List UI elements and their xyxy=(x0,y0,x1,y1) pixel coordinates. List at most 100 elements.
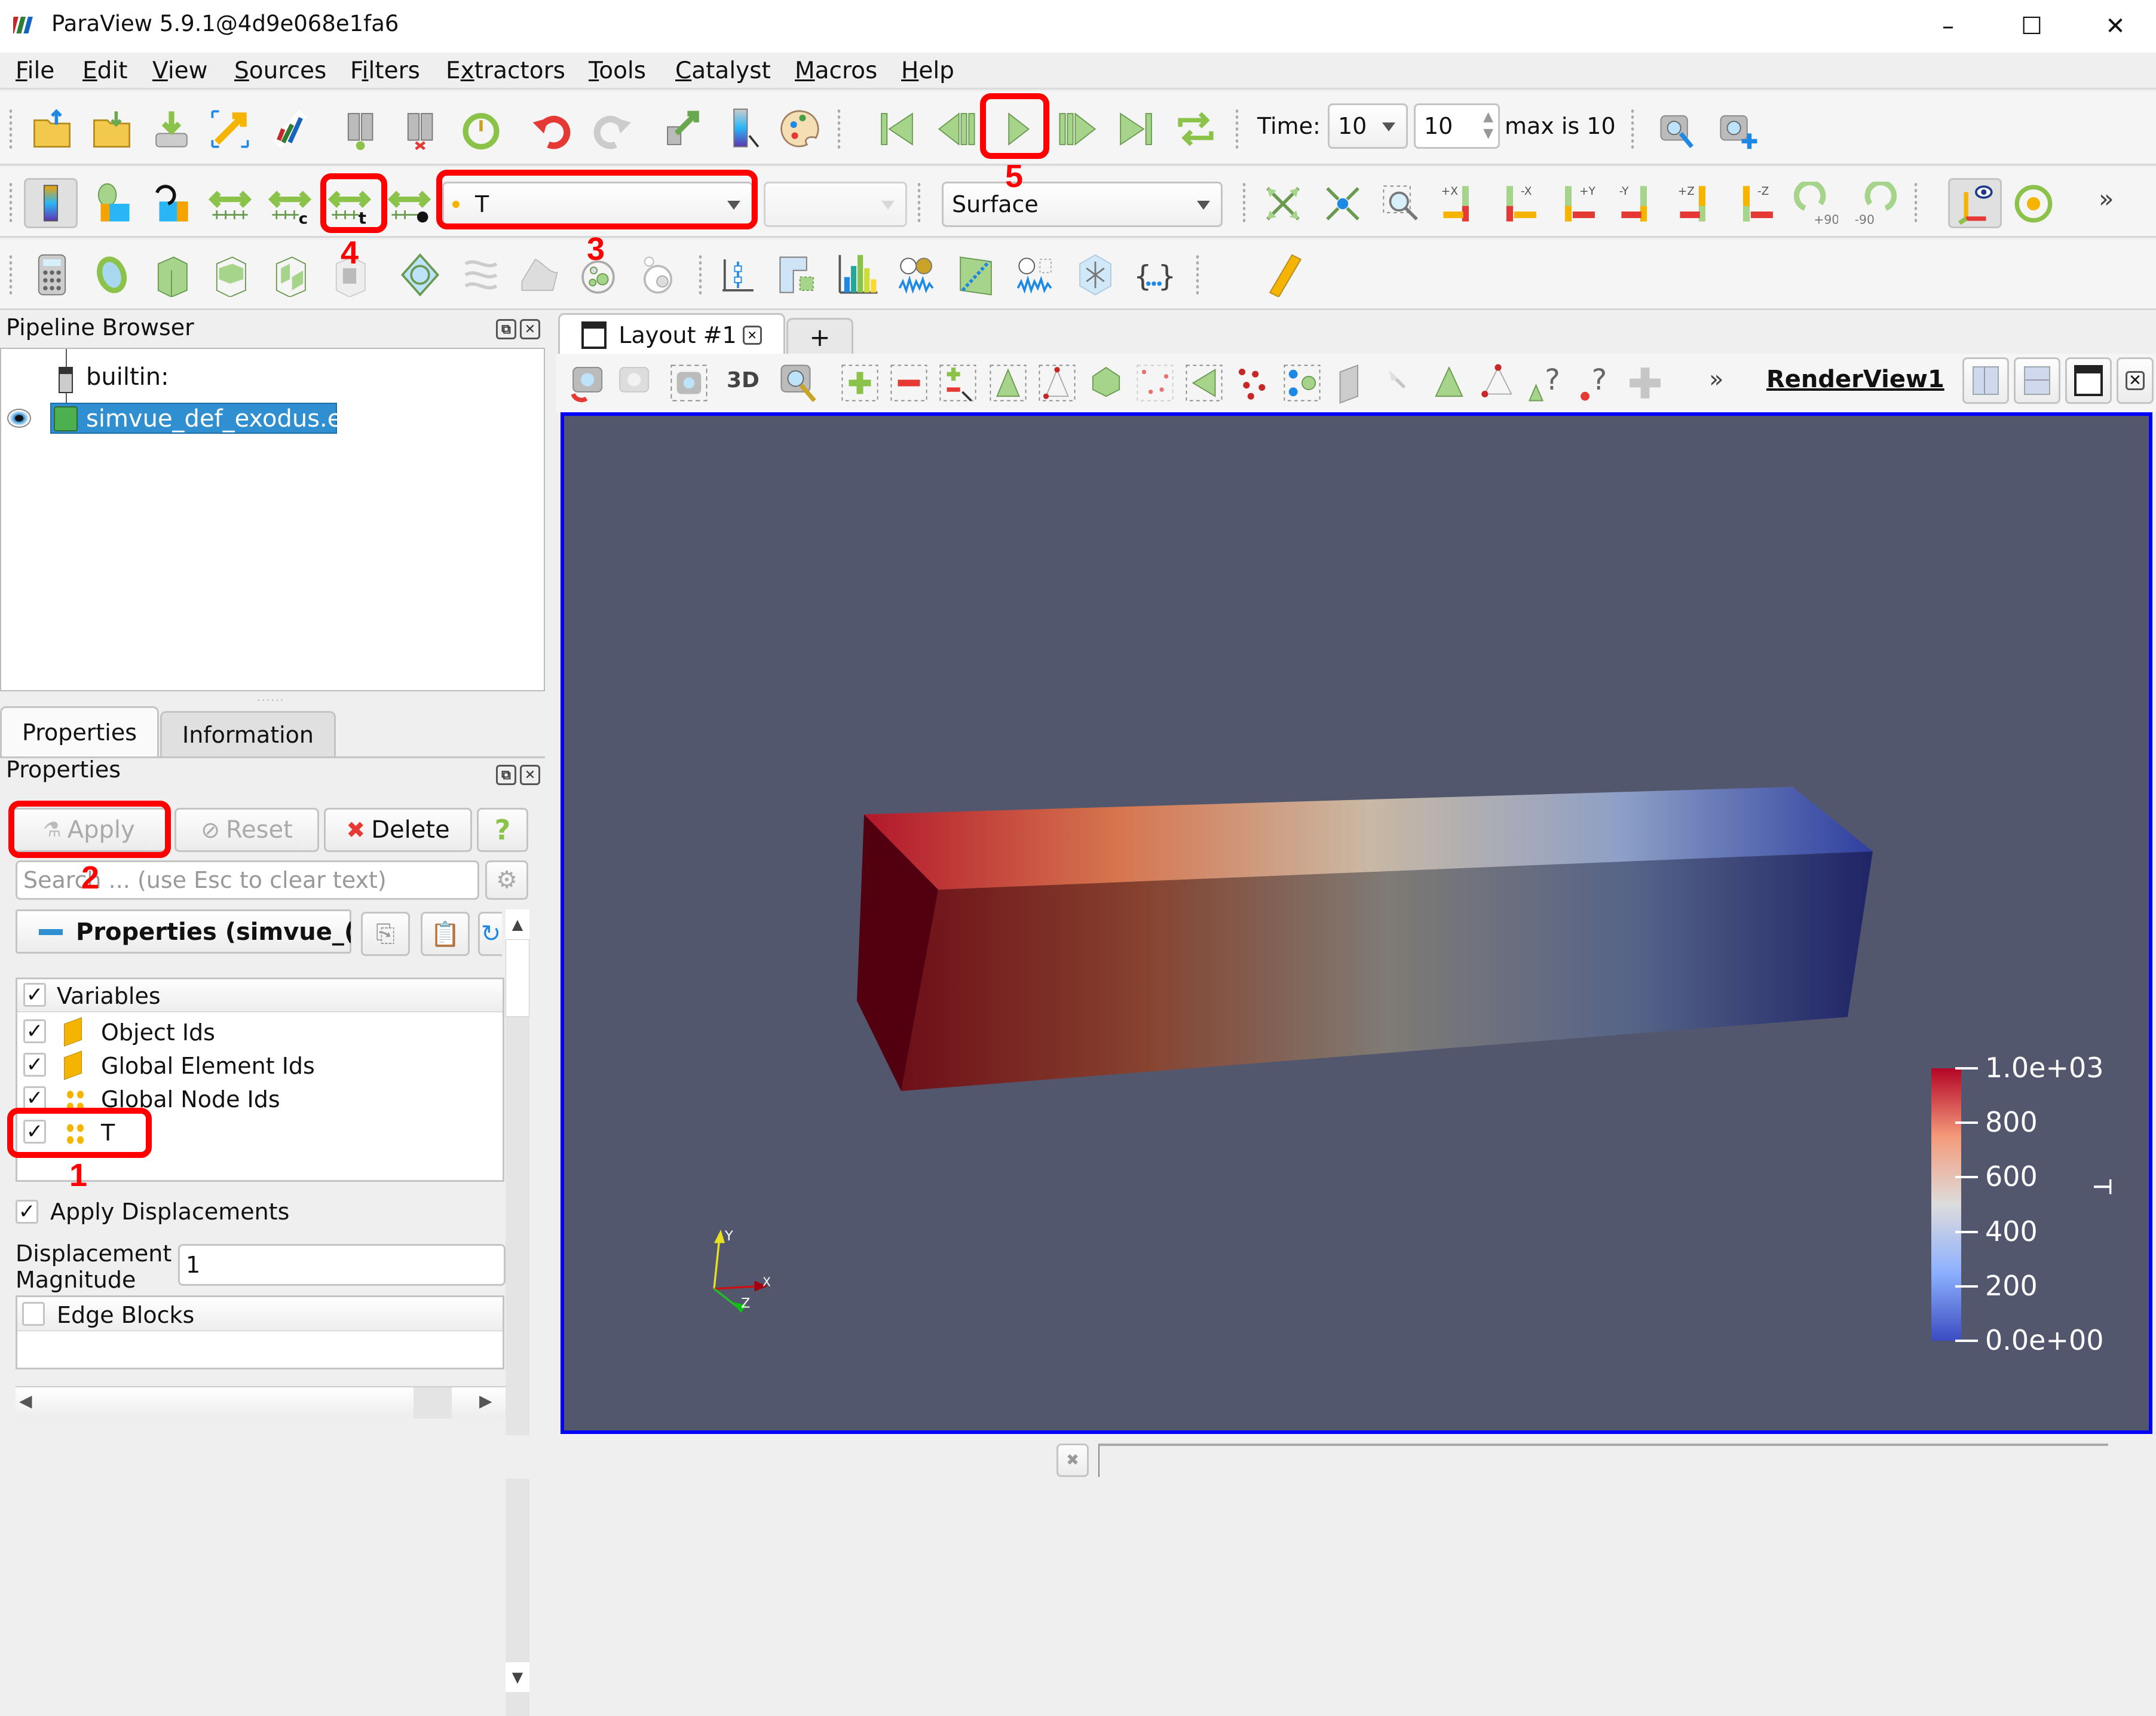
time-index-spinbox[interactable]: 10 ▲ ▼ xyxy=(1414,103,1500,149)
toolbar-grip[interactable] xyxy=(698,254,703,296)
spin-arrows-icon[interactable]: ▲ ▼ xyxy=(1483,109,1493,142)
paraview-web-icon[interactable] xyxy=(267,106,313,152)
frustum-select-icon[interactable] xyxy=(1328,360,1374,406)
deselect-icon[interactable] xyxy=(886,360,932,406)
camera-zoom-icon[interactable] xyxy=(776,360,822,406)
view-plus-x-icon[interactable]: +X xyxy=(1438,180,1484,227)
menu-tools[interactable]: Tools xyxy=(589,57,646,84)
reset-color-range-icon[interactable] xyxy=(147,180,194,227)
reload-button[interactable]: ↻ xyxy=(478,912,502,956)
advanced-settings-button[interactable]: ⚙ xyxy=(485,860,528,900)
variable-checkbox[interactable]: ✓ xyxy=(23,1019,46,1043)
view-plus-z-icon[interactable]: +Z xyxy=(1674,180,1721,227)
scrollbar-thumb[interactable] xyxy=(414,1387,452,1418)
menu-macros[interactable]: Macros xyxy=(795,57,877,84)
toolbar-grip[interactable] xyxy=(1235,108,1239,150)
component-dropdown[interactable] xyxy=(764,182,907,227)
edit-color-map-icon[interactable] xyxy=(88,180,135,227)
split-horizontal-button[interactable] xyxy=(1962,357,2009,404)
clip-icon[interactable] xyxy=(148,252,195,298)
palette-icon[interactable] xyxy=(779,106,826,152)
representation-dropdown[interactable]: Surface xyxy=(942,182,1223,227)
variable-row[interactable]: ✓ Global Node Ids xyxy=(17,1083,495,1115)
toolbar-grip[interactable] xyxy=(8,254,13,296)
split-vertical-button[interactable] xyxy=(2014,357,2060,404)
view-minus-x-icon[interactable]: -X xyxy=(1497,180,1544,227)
help-button[interactable]: ? xyxy=(477,808,528,852)
histogram-icon[interactable] xyxy=(834,252,881,298)
loop-icon[interactable] xyxy=(1172,106,1219,152)
toolbar-grip[interactable] xyxy=(1195,254,1200,296)
plot-selection-over-time-icon[interactable] xyxy=(1012,252,1059,298)
menu-extractors[interactable]: Extractors xyxy=(446,57,565,84)
open-icon[interactable] xyxy=(29,106,75,152)
menu-catalyst[interactable]: Catalyst xyxy=(675,57,771,84)
restore-camera-icon[interactable] xyxy=(612,360,659,406)
splitter-handle[interactable]: ······ xyxy=(257,694,284,707)
toolbar-grip[interactable] xyxy=(8,182,13,223)
clear-output-button[interactable]: ✖ xyxy=(1056,1444,1089,1477)
variable-checkbox[interactable]: ✓ xyxy=(23,1120,46,1144)
toggle-3d-button[interactable]: 3D xyxy=(727,368,760,393)
scrollbar-thumb[interactable] xyxy=(506,939,529,1017)
tab-properties[interactable]: Properties xyxy=(0,706,159,756)
screenshot-icon[interactable] xyxy=(666,360,712,406)
apply-button[interactable]: ⚗ Apply xyxy=(11,808,167,852)
delete-button[interactable]: ✖ Delete xyxy=(324,808,472,852)
rotate-plus-90-icon[interactable]: +90 xyxy=(1793,180,1839,227)
tab-information[interactable]: Information xyxy=(160,711,336,756)
hover-cells-icon[interactable] xyxy=(1279,360,1325,406)
toolbar-grip[interactable] xyxy=(1242,182,1247,223)
reset-camera-icon[interactable] xyxy=(1260,180,1306,227)
threshold-icon[interactable] xyxy=(267,252,313,298)
calculator-icon[interactable] xyxy=(29,252,75,298)
displacement-magnitude-input[interactable]: 1 xyxy=(178,1244,506,1286)
zoom-to-box-icon[interactable] xyxy=(1378,180,1425,227)
close-window-button[interactable]: ✕ xyxy=(2074,0,2156,53)
interactive-select-points-icon[interactable] xyxy=(1132,360,1178,406)
select-points-through-icon[interactable] xyxy=(1034,360,1080,406)
toolbar-grip[interactable] xyxy=(837,108,841,150)
menu-view[interactable]: View xyxy=(152,57,208,84)
connect-icon[interactable] xyxy=(338,106,385,152)
variables-header[interactable]: ✓ Variables xyxy=(16,977,504,1013)
plot-over-line-icon[interactable] xyxy=(715,252,761,298)
find-data-icon[interactable] xyxy=(660,106,706,152)
maximize-button[interactable]: ☐ xyxy=(1990,0,2074,53)
horizontal-scrollbar[interactable]: ◀ ▶ xyxy=(16,1386,506,1418)
minimize-button[interactable]: – xyxy=(1906,0,1990,53)
contour-icon[interactable] xyxy=(88,252,135,298)
select-cells-through-icon[interactable] xyxy=(985,360,1031,406)
hover-points-icon[interactable] xyxy=(1230,360,1276,406)
pipeline-item-builtin[interactable]: builtin: xyxy=(86,363,169,391)
rotate-minus-90-icon[interactable]: -90 xyxy=(1851,180,1898,227)
render-view-name[interactable]: RenderView1 xyxy=(1766,366,1944,393)
variable-row[interactable]: ✓ T xyxy=(17,1116,495,1148)
add-selection-icon[interactable] xyxy=(1622,360,1668,406)
edge-blocks-header[interactable]: Edge Blocks xyxy=(16,1295,504,1332)
glyph-icon[interactable] xyxy=(397,252,443,298)
variables-checkbox[interactable]: ✓ xyxy=(23,983,46,1007)
rescale-temporal-range-icon[interactable]: t xyxy=(326,180,373,227)
slice-icon[interactable] xyxy=(207,252,253,298)
ruler-icon[interactable] xyxy=(1262,252,1309,298)
hover-points-query-icon[interactable]: ? xyxy=(1573,360,1619,406)
disconnect-icon[interactable] xyxy=(398,106,445,152)
copy-properties-button[interactable]: ⎘ xyxy=(361,912,410,956)
reset-button[interactable]: ⊘ Reset xyxy=(174,808,319,852)
next-frame-icon[interactable] xyxy=(1054,106,1101,152)
close-view-button[interactable]: ✕ xyxy=(2117,357,2154,404)
maximize-view-button[interactable] xyxy=(2065,357,2112,404)
capture-screenshot-icon[interactable] xyxy=(1655,106,1702,152)
extract-level-icon[interactable] xyxy=(635,252,681,298)
last-frame-icon[interactable] xyxy=(1113,106,1159,152)
color-map-icon[interactable] xyxy=(719,106,766,152)
probe-location-icon[interactable] xyxy=(774,252,821,298)
toolbar-grip[interactable] xyxy=(1630,108,1635,150)
view-minus-z-icon[interactable]: -Z xyxy=(1734,180,1781,227)
menu-sources[interactable]: Sources xyxy=(234,57,326,84)
pick-center-icon[interactable] xyxy=(2010,180,2057,227)
close-panel-icon[interactable]: ✕ xyxy=(520,319,540,339)
capture-to-clipboard-icon[interactable] xyxy=(565,360,612,406)
view-minus-y-icon[interactable]: -Y xyxy=(1616,180,1662,227)
